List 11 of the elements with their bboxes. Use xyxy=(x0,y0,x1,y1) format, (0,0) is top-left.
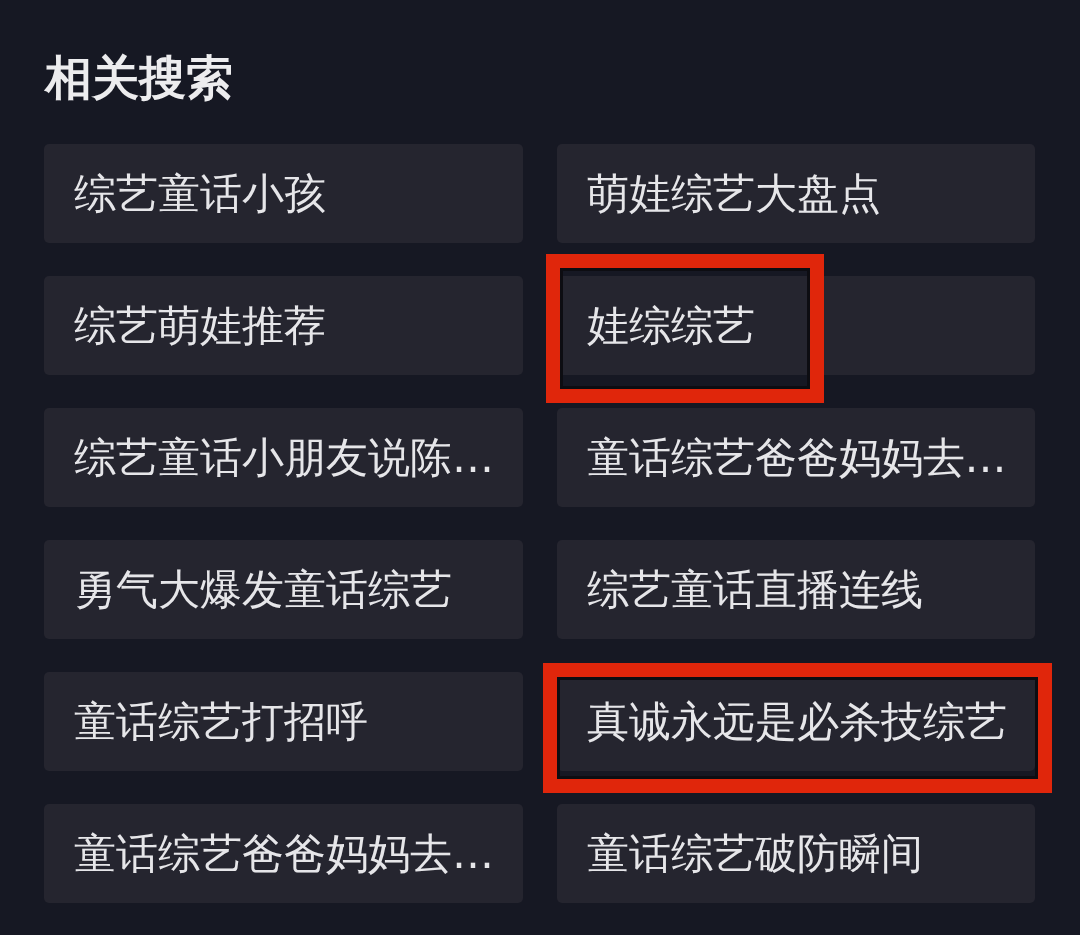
search-suggestion[interactable]: 综艺童话小孩 xyxy=(44,144,523,243)
search-suggestion[interactable]: 萌娃综艺大盘点 xyxy=(556,144,1035,243)
search-suggestion[interactable]: 童话综艺破防瞬间 xyxy=(556,804,1035,903)
search-suggestion[interactable]: 综艺童话直播连线 xyxy=(556,540,1035,639)
search-suggestion[interactable]: 勇气大爆发童话综艺 xyxy=(44,540,523,639)
search-suggestion[interactable]: 综艺童话小朋友说陈… xyxy=(44,408,523,507)
search-suggestion[interactable]: 综艺萌娃推荐 xyxy=(44,276,523,375)
search-suggestion[interactable]: 童话综艺爸爸妈妈去… xyxy=(44,804,523,903)
search-suggestion[interactable]: 童话综艺爸爸妈妈去… xyxy=(556,408,1035,507)
section-title: 相关搜索 xyxy=(45,53,233,103)
search-suggestion[interactable]: 童话综艺打招呼 xyxy=(44,672,523,771)
